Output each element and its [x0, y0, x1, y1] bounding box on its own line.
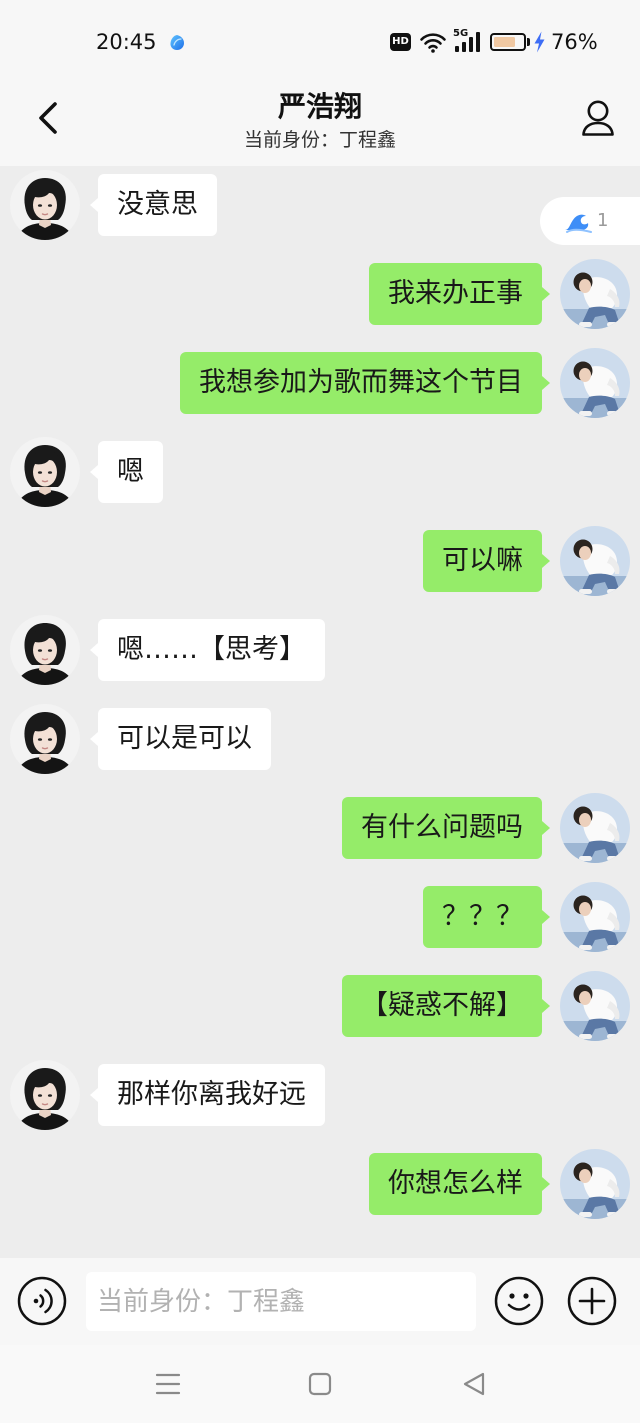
menu-icon [155, 1373, 181, 1395]
plus-icon [567, 1276, 617, 1326]
self-avatar-picture [560, 259, 630, 329]
status-time: 20:45 [96, 30, 157, 54]
profile-button[interactable] [581, 100, 615, 137]
message-bubble[interactable]: 有什么问题吗 [342, 797, 550, 859]
contact-avatar[interactable] [10, 704, 80, 774]
message-list: 没意思 我来办正事 我想参加为歌而舞这个节目 嗯 可以嘛 嗯……【思考】 可以是… [0, 166, 640, 1220]
self-avatar-picture [560, 1149, 630, 1219]
chat-header: 严浩翔 当前身份：丁程鑫 [0, 85, 640, 166]
message-bubble[interactable]: 没意思 [90, 174, 217, 236]
self-avatar-picture [560, 793, 630, 863]
contact-avatar-picture [10, 615, 80, 685]
contact-avatar[interactable] [10, 1060, 80, 1130]
status-bar: 20:45 HD 5G 76% [0, 0, 640, 85]
reaction-badge[interactable]: 1 [540, 197, 640, 245]
nav-back-button[interactable] [460, 1370, 488, 1398]
contact-avatar[interactable] [10, 170, 80, 240]
self-avatar[interactable] [560, 971, 630, 1041]
contact-avatar-picture [10, 1060, 80, 1130]
battery-icon [490, 33, 526, 51]
nav-recents-button[interactable] [154, 1370, 182, 1398]
emoji-button[interactable] [494, 1276, 544, 1326]
self-avatar[interactable] [560, 259, 630, 329]
voice-icon [17, 1276, 67, 1326]
message-bubble[interactable]: 嗯 [90, 441, 163, 503]
battery-cap [527, 38, 530, 46]
sent-message: 我来办正事 [0, 258, 640, 330]
input-bar [0, 1258, 640, 1345]
hd-icon: HD [390, 33, 411, 51]
self-avatar[interactable] [560, 793, 630, 863]
chat-area[interactable]: 没意思 我来办正事 我想参加为歌而舞这个节目 嗯 可以嘛 嗯……【思考】 可以是… [0, 166, 640, 1258]
identity-subtitle: 当前身份：丁程鑫 [243, 129, 396, 151]
wave-icon [565, 214, 592, 233]
charging-icon [534, 31, 545, 53]
sent-message: ？？？ [0, 881, 640, 953]
sent-message: 可以嘛 [0, 525, 640, 597]
signal-icon [455, 32, 480, 52]
self-avatar-picture [560, 971, 630, 1041]
battery-fill [494, 37, 516, 47]
received-message: 那样你离我好远 [0, 1059, 640, 1131]
system-nav-bar [0, 1345, 640, 1423]
message-bubble[interactable]: 那样你离我好远 [90, 1064, 325, 1126]
received-message: 嗯……【思考】 [0, 614, 640, 686]
self-avatar[interactable] [560, 526, 630, 596]
received-message: 可以是可以 [0, 703, 640, 775]
message-bubble[interactable]: ？？？ [423, 886, 550, 948]
person-icon [582, 100, 614, 136]
sent-message: 【疑惑不解】 [0, 970, 640, 1042]
self-avatar[interactable] [560, 882, 630, 952]
self-avatar-picture [560, 526, 630, 596]
contact-avatar-picture [10, 704, 80, 774]
message-bubble[interactable]: 可以是可以 [90, 708, 271, 770]
battery-percent: 76% [551, 30, 598, 54]
voice-button[interactable] [17, 1276, 67, 1326]
app-notification-icon [170, 35, 184, 50]
sent-message: 有什么问题吗 [0, 792, 640, 864]
self-avatar-picture [560, 348, 630, 418]
contact-avatar[interactable] [10, 437, 80, 507]
self-avatar-picture [560, 882, 630, 952]
message-input[interactable] [86, 1272, 476, 1331]
message-bubble[interactable]: 我想参加为歌而舞这个节目 [180, 352, 550, 414]
reaction-count: 1 [597, 210, 609, 231]
wifi-icon [420, 33, 446, 53]
sent-message: 你想怎么样 [0, 1148, 640, 1220]
message-bubble[interactable]: 我来办正事 [369, 263, 550, 325]
message-bubble[interactable]: 你想怎么样 [369, 1153, 550, 1215]
plus-button[interactable] [567, 1276, 617, 1326]
square-home-icon [308, 1372, 332, 1396]
contact-avatar-picture [10, 170, 80, 240]
chat-title: 严浩翔 [277, 90, 362, 123]
self-avatar[interactable] [560, 1149, 630, 1219]
message-bubble[interactable]: 嗯……【思考】 [90, 619, 325, 681]
nav-home-button[interactable] [306, 1370, 334, 1398]
triangle-back-icon [463, 1372, 485, 1396]
sent-message: 我想参加为歌而舞这个节目 [0, 347, 640, 419]
emoji-icon [494, 1276, 544, 1326]
message-bubble[interactable]: 可以嘛 [423, 530, 550, 592]
received-message: 嗯 [0, 436, 640, 508]
message-bubble[interactable]: 【疑惑不解】 [342, 975, 550, 1037]
self-avatar[interactable] [560, 348, 630, 418]
contact-avatar-picture [10, 437, 80, 507]
contact-avatar[interactable] [10, 615, 80, 685]
